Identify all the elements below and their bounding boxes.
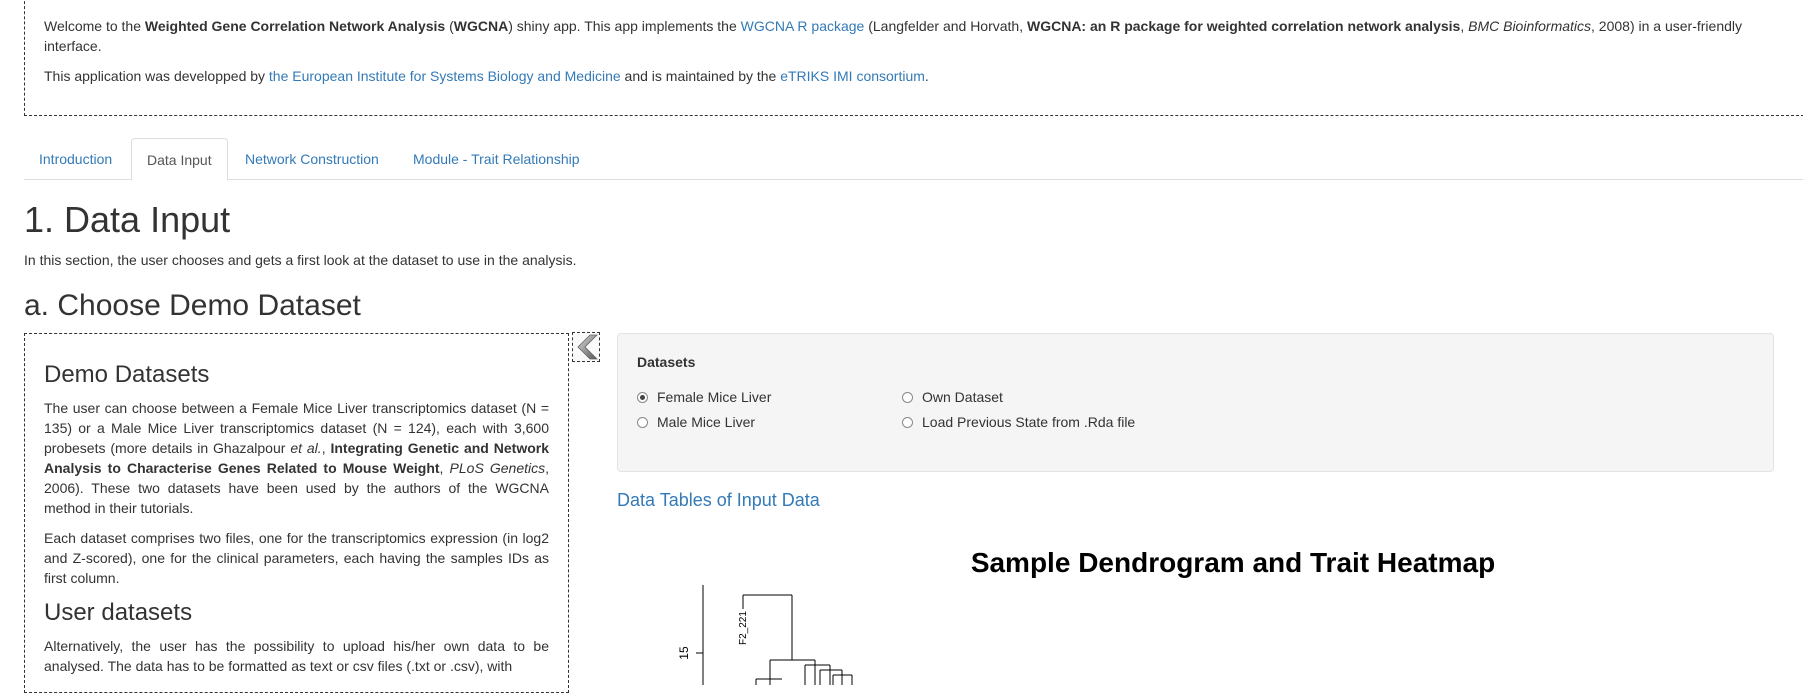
tab-module-trait-relationship[interactable]: Module - Trait Relationship <box>398 138 595 180</box>
radio-label: Load Previous State from .Rda file <box>922 414 1136 430</box>
demo-datasets-description: The user can choose between a Female Mic… <box>44 398 549 518</box>
radio-unchecked-icon <box>902 416 913 428</box>
radio-unchecked-icon <box>902 391 913 403</box>
radio-label: Own Dataset <box>922 389 1003 405</box>
radio-own-dataset[interactable]: Own Dataset <box>902 389 1003 405</box>
tab-network-construction[interactable]: Network Construction <box>230 138 394 180</box>
tab-data-input[interactable]: Data Input <box>131 138 228 181</box>
credits-text: and is maintained by the <box>620 68 781 84</box>
credits-paragraph: This application was developped by the E… <box>44 66 1794 86</box>
sidebar-text: , <box>439 460 450 476</box>
wgcna-package-link[interactable]: WGCNA R package <box>741 18 865 34</box>
radio-female-mice-liver[interactable]: Female Mice Liver <box>637 389 771 405</box>
data-tables-link[interactable]: Data Tables of Input Data <box>617 490 820 511</box>
intro-text: , <box>1460 18 1469 34</box>
intro-panel: Welcome to the Weighted Gene Correlation… <box>24 0 1803 116</box>
user-datasets-description: Alternatively, the user has the possibil… <box>44 638 549 674</box>
intro-bold-wgcna: WGCNA <box>453 18 509 34</box>
eisbm-link[interactable]: the European Institute for Systems Biolo… <box>269 68 621 84</box>
dataset-files-description: Each dataset comprises two files, one fo… <box>44 530 549 586</box>
credits-text: . <box>924 68 929 84</box>
page-title: 1. Data Input <box>24 199 231 240</box>
intro-text: Welcome to the <box>44 18 145 34</box>
intro-text: ) shiny app. This app implements the <box>508 18 741 34</box>
etriks-link[interactable]: eTRIKS IMI consortium <box>780 68 925 84</box>
radio-label: Male Mice Liver <box>657 414 756 430</box>
demo-datasets-heading: Demo Datasets <box>44 361 210 388</box>
user-datasets-heading: User datasets <box>44 599 193 626</box>
dendrogram-leaf-label: F2_221 <box>738 611 749 645</box>
collapse-sidebar-button[interactable] <box>572 332 600 362</box>
sidebar-journal: PLoS Genetics <box>449 460 546 476</box>
dendrogram-y-tick-label: 15 <box>677 646 691 660</box>
radio-label: Female Mice Liver <box>657 389 772 405</box>
sidebar-italic: et al. <box>290 440 322 456</box>
radio-unchecked-icon <box>637 416 648 428</box>
intro-bold-paper-title: WGCNA: an R package for weighted correla… <box>1027 18 1461 34</box>
datasets-panel: Datasets Female Mice Liver Male Mice Liv… <box>617 333 1774 472</box>
radio-load-previous-state[interactable]: Load Previous State from .Rda file <box>902 414 1135 430</box>
help-sidebar: Demo Datasets The user can choose betwee… <box>24 333 569 693</box>
intro-bold-wgcna-full: Weighted Gene Correlation Network Analys… <box>144 18 446 34</box>
radio-male-mice-liver[interactable]: Male Mice Liver <box>637 414 755 430</box>
tab-introduction[interactable]: Introduction <box>24 138 127 180</box>
chevron-left-icon <box>577 334 598 360</box>
radio-checked-icon <box>637 391 648 403</box>
credits-text: This application was developped by <box>44 68 269 84</box>
main-tabs: Introduction Data Input Network Construc… <box>24 138 1803 181</box>
intro-text: (Langfelder and Horvath, <box>864 18 1027 34</box>
intro-paragraph: Welcome to the Weighted Gene Correlation… <box>44 16 1794 56</box>
sample-dendrogram: 15 F2_221 <box>677 585 853 685</box>
intro-text: ( <box>445 18 454 34</box>
page-lead: In this section, the user chooses and ge… <box>24 252 577 268</box>
intro-journal: BMC Bioinformatics <box>1468 18 1592 34</box>
datasets-label: Datasets <box>637 354 696 370</box>
section-title: a. Choose Demo Dataset <box>24 289 361 322</box>
